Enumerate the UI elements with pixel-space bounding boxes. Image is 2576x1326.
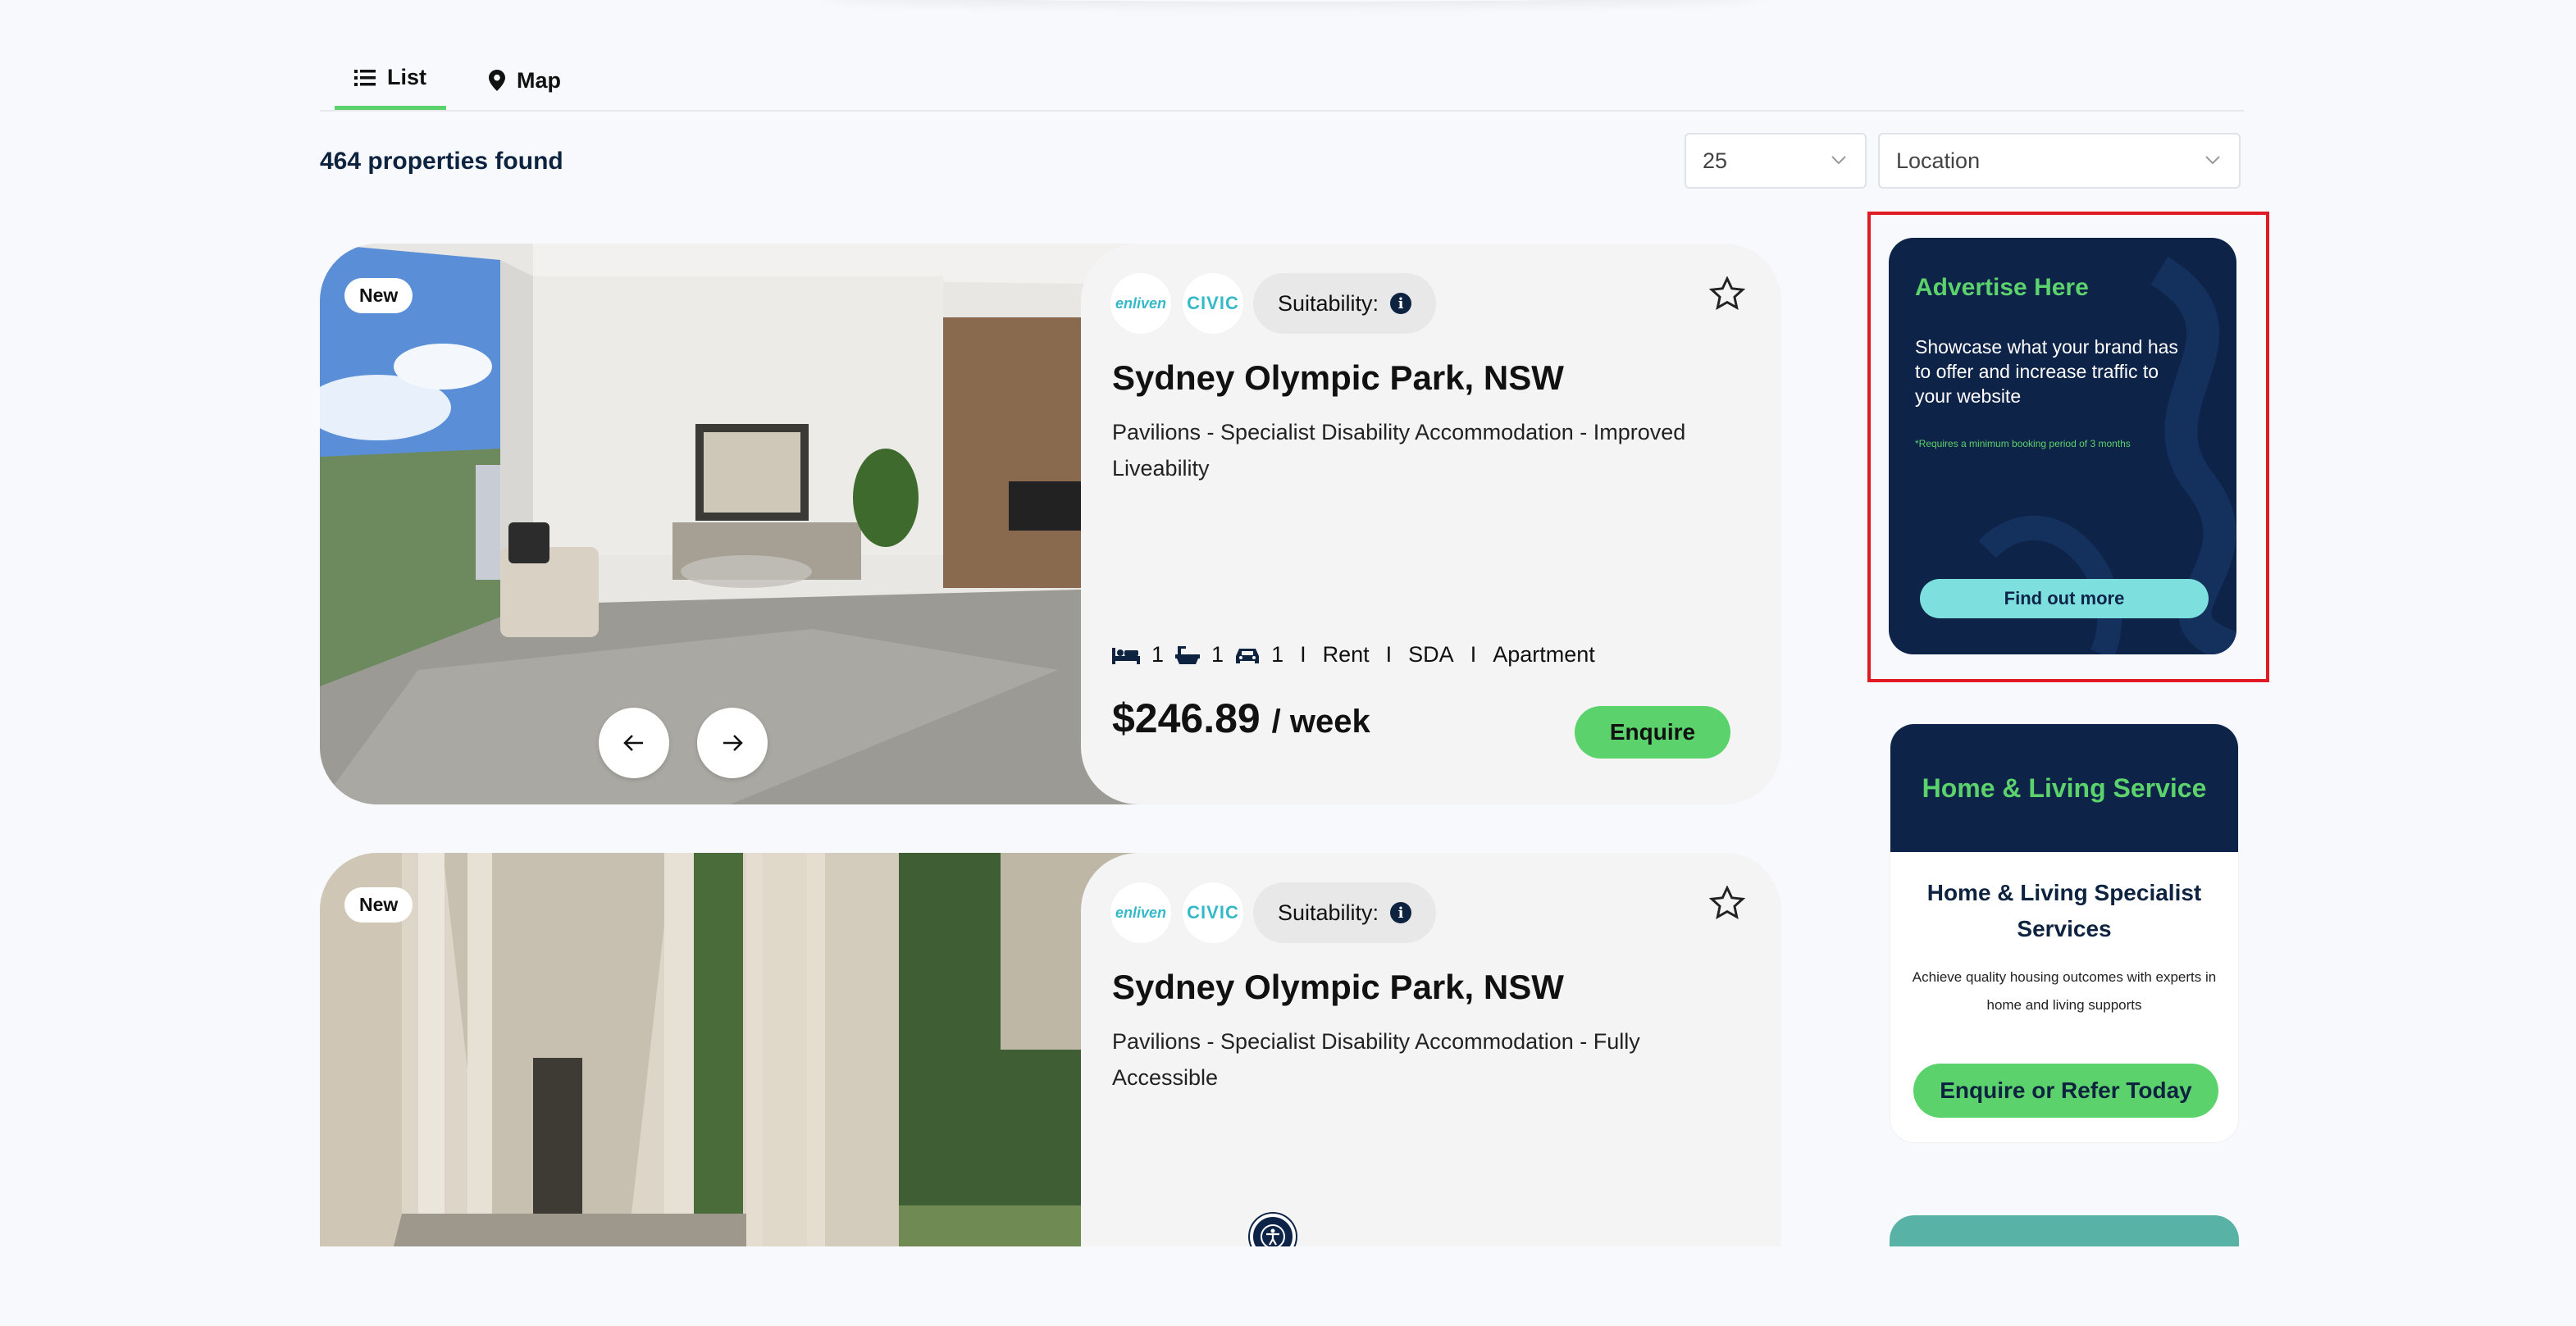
info-icon[interactable]: i — [1390, 902, 1412, 923]
ad-title: Home & Living Specialist Services — [1926, 880, 2202, 941]
suitability-label: Suitability: — [1278, 900, 1379, 925]
favorite-star-icon[interactable] — [1709, 276, 1745, 311]
car-count: 1 — [1271, 642, 1284, 667]
favorite-star-icon[interactable] — [1709, 886, 1745, 920]
provider-logo-enliven: enliven — [1110, 882, 1171, 943]
view-tabs: List Map — [320, 49, 2244, 112]
property-description: Pavilions - Specialist Disability Accomm… — [1112, 1029, 1640, 1090]
find-out-more-button[interactable]: Find out more — [1920, 579, 2209, 618]
info-icon[interactable]: i — [1390, 293, 1412, 314]
home-living-ad[interactable]: Home & Living Service Home & Living Spec… — [1890, 723, 2239, 1143]
property-card[interactable]: New enliven CIVIC Suitability: i Sydney … — [320, 244, 1781, 804]
car-icon — [1236, 648, 1260, 663]
property-description: Pavilions - Specialist Disability Accomm… — [1112, 420, 1686, 481]
suitability-pill[interactable]: Suitability: i — [1253, 273, 1437, 334]
arrow-right-icon — [723, 735, 743, 751]
tab-list[interactable]: List — [335, 49, 446, 110]
new-badge: New — [344, 887, 413, 923]
advertise-here-ad[interactable]: Advertise Here Showcase what your brand … — [1889, 238, 2236, 654]
ad-header: Home & Living Service — [1890, 724, 2238, 852]
property-price: $246.89 / week — [1112, 695, 1370, 742]
property-title[interactable]: Sydney Olympic Park, NSW — [1112, 358, 1564, 398]
location-select[interactable]: Location — [1878, 133, 2241, 189]
divider: I — [1385, 642, 1393, 667]
prev-photo-button[interactable] — [599, 708, 669, 778]
bath-count: 1 — [1211, 642, 1224, 667]
enquire-refer-button[interactable]: Enquire or Refer Today — [1913, 1064, 2218, 1118]
bed-icon — [1112, 647, 1140, 664]
divider: I — [1300, 642, 1306, 667]
new-badge: New — [344, 278, 413, 313]
price-unit: / week — [1271, 704, 1370, 740]
arrow-left-icon — [623, 735, 643, 751]
tag-sda: SDA — [1408, 642, 1454, 667]
ad-note: *Requires a minimum booking period of 3 … — [1915, 438, 2131, 449]
tag-apartment: Apartment — [1493, 642, 1595, 667]
provider-logo-civic: CIVIC — [1183, 882, 1243, 943]
page-bottom — [0, 1246, 2576, 1326]
ad-body: Showcase what your brand has to offer an… — [1915, 336, 2178, 407]
location-placeholder: Location — [1896, 148, 1981, 173]
divider: I — [1470, 642, 1477, 667]
next-photo-button[interactable] — [697, 708, 768, 778]
price-value: $246.89 — [1112, 695, 1261, 741]
suitability-label: Suitability: — [1278, 290, 1379, 316]
tab-map[interactable]: Map — [489, 49, 561, 112]
tab-map-label: Map — [517, 67, 561, 93]
bed-count: 1 — [1151, 642, 1165, 667]
top-bar-shadow — [820, 0, 1763, 2]
bath-icon — [1175, 645, 1201, 664]
page-size-value: 25 — [1703, 148, 1728, 173]
provider-logo-civic: CIVIC — [1183, 273, 1243, 334]
ad-body: Achieve quality housing outcomes with ex… — [1912, 969, 2217, 1013]
property-info: enliven CIVIC Suitability: i Sydney Olym… — [1081, 244, 1781, 804]
ad-title: Advertise Here — [1915, 274, 2089, 301]
enquire-button[interactable]: Enquire — [1575, 706, 1730, 759]
property-photo[interactable]: New — [320, 244, 1140, 804]
provider-logo-enliven: enliven — [1110, 273, 1171, 334]
map-pin-icon — [489, 70, 505, 91]
suitability-pill[interactable]: Suitability: i — [1253, 882, 1437, 943]
list-icon — [353, 69, 376, 86]
chevron-down-icon — [1831, 156, 1846, 165]
chevron-down-icon — [2205, 156, 2220, 165]
results-count: 464 properties found — [320, 148, 563, 175]
property-features: 1 1 1 I Rent I SDA I Apartment — [1112, 642, 1595, 668]
page-size-select[interactable]: 25 — [1685, 133, 1867, 189]
tab-list-label: List — [386, 65, 426, 89]
tag-rent: Rent — [1322, 642, 1370, 667]
property-title[interactable]: Sydney Olympic Park, NSW — [1112, 968, 1564, 1007]
